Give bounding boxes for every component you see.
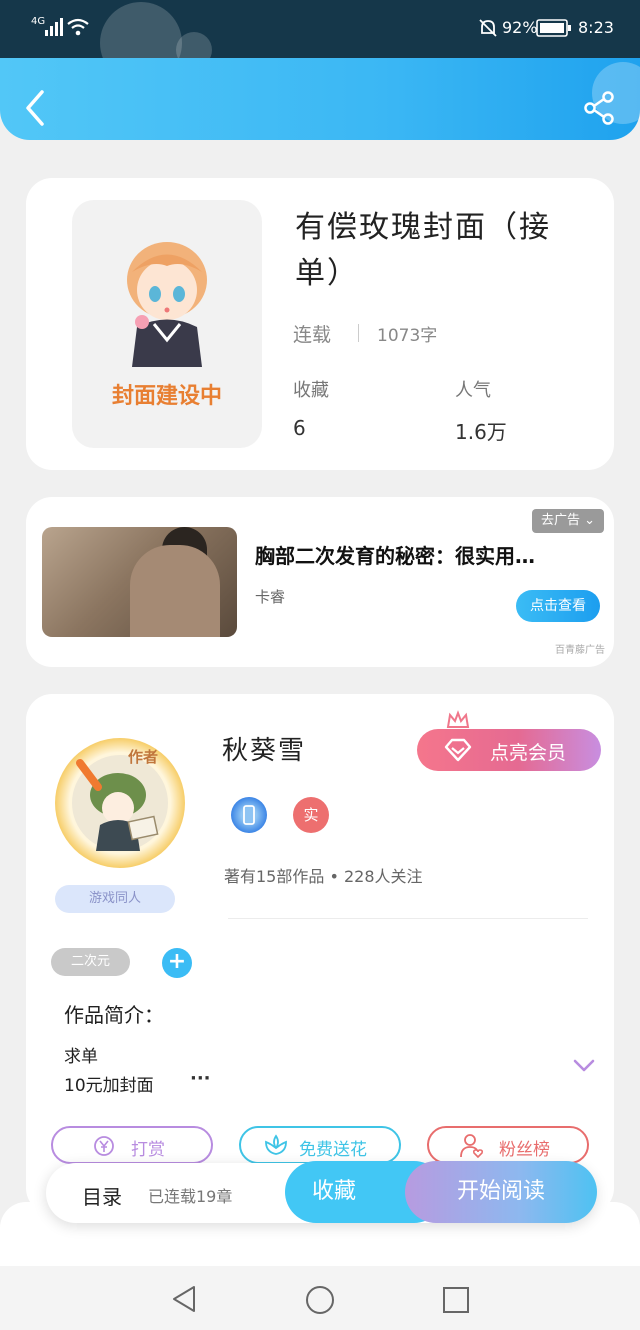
crown-icon	[446, 710, 470, 728]
reward-button[interactable]: 打赏	[51, 1126, 213, 1164]
catalog-button[interactable]: 目录	[82, 1181, 122, 1210]
phone-verified-badge	[231, 797, 267, 833]
synopsis-label: 作品简介：	[64, 1003, 164, 1027]
chapter-count: 已连载19章	[148, 1187, 233, 1206]
reward-label: 打赏	[131, 1140, 165, 1160]
author-title-tag: 游戏同人	[55, 885, 175, 913]
avatar-illustration	[72, 755, 168, 851]
vip-button-label: 点亮会员	[490, 742, 567, 764]
author-name[interactable]: 秋葵雪	[222, 730, 306, 767]
synopsis-ellipsis: ···	[190, 1068, 211, 1089]
yen-coin-icon	[94, 1136, 114, 1156]
mute-bell-icon	[479, 19, 497, 37]
wifi-icon	[67, 18, 89, 36]
popularity-value: 1.6万	[455, 420, 507, 444]
phone-icon	[243, 805, 255, 825]
clock: 8:23	[578, 18, 614, 37]
signal-icon	[45, 18, 63, 36]
chevron-down-icon: ⌄	[584, 513, 596, 528]
book-title: 有偿玫瑰封面（接 单）	[295, 205, 585, 297]
cover-illustration	[127, 242, 207, 367]
category-chip[interactable]: 二次元	[51, 948, 130, 976]
ad-source: 卡睿	[255, 588, 286, 606]
nav-back-icon[interactable]	[170, 1284, 198, 1314]
divider	[228, 918, 588, 919]
fans-ranking-button[interactable]: 粉丝榜	[427, 1126, 589, 1164]
ad-title[interactable]: 胸部二次发育的秘密：很实用…	[255, 540, 535, 569]
battery-icon	[536, 19, 571, 37]
send-flower-label: 免费送花	[299, 1140, 367, 1160]
ad-figure-body	[130, 545, 220, 637]
remove-ad-label: 去广告	[540, 513, 580, 528]
author-badge: 作者	[128, 748, 159, 766]
activate-vip-button[interactable]: 点亮会员	[417, 729, 601, 771]
synopsis-line: 10元加封面	[64, 1076, 154, 1096]
remove-ad-button[interactable]: 去广告 ⌄	[532, 509, 604, 533]
user-heart-icon	[460, 1134, 484, 1159]
favorites-value: 6	[293, 416, 306, 440]
ad-view-button[interactable]: 点击查看	[516, 590, 600, 622]
ad-brand: 百青藤广告	[555, 645, 605, 656]
share-icon[interactable]	[583, 91, 617, 125]
author-avatar[interactable]	[55, 738, 185, 868]
flower-icon	[265, 1134, 287, 1155]
cover-placeholder-text: 封面建设中	[111, 384, 222, 409]
system-nav-bar	[0, 1266, 640, 1330]
chevron-left-icon[interactable]	[22, 88, 48, 128]
status-bar: 4G 92% 8:23	[0, 0, 640, 84]
plus-icon: +	[167, 949, 187, 974]
ad-image[interactable]	[42, 527, 237, 637]
fans-ranking-label: 粉丝榜	[499, 1140, 550, 1160]
network-type: 4G	[31, 16, 46, 27]
meta-divider	[358, 324, 359, 342]
top-app-bar	[0, 58, 640, 140]
book-title-line: 单）	[295, 256, 359, 291]
send-flower-button[interactable]: 免费送花	[239, 1126, 401, 1164]
favorites-label: 收藏	[293, 380, 329, 401]
add-tag-button[interactable]: +	[162, 948, 192, 978]
word-count: 1073字	[377, 326, 438, 346]
real-name-badge: 实	[293, 797, 329, 833]
diamond-icon	[444, 738, 472, 762]
add-to-shelf-label: 收藏	[312, 1179, 357, 1204]
nav-home-icon[interactable]	[304, 1284, 336, 1316]
battery-percent: 92%	[502, 18, 538, 37]
nav-recents-icon[interactable]	[442, 1286, 470, 1314]
author-works-stats: 著有15部作品 • 228人关注	[224, 867, 423, 886]
book-status: 连载	[293, 324, 332, 346]
chevron-down-icon[interactable]	[572, 1058, 596, 1074]
popularity-label: 人气	[455, 380, 491, 401]
book-cover[interactable]: 封面建设中	[72, 200, 262, 448]
book-title-line: 有偿玫瑰封面（接	[295, 210, 551, 245]
synopsis-line: 求单	[64, 1047, 98, 1067]
start-reading-button[interactable]: 开始阅读	[405, 1161, 597, 1223]
